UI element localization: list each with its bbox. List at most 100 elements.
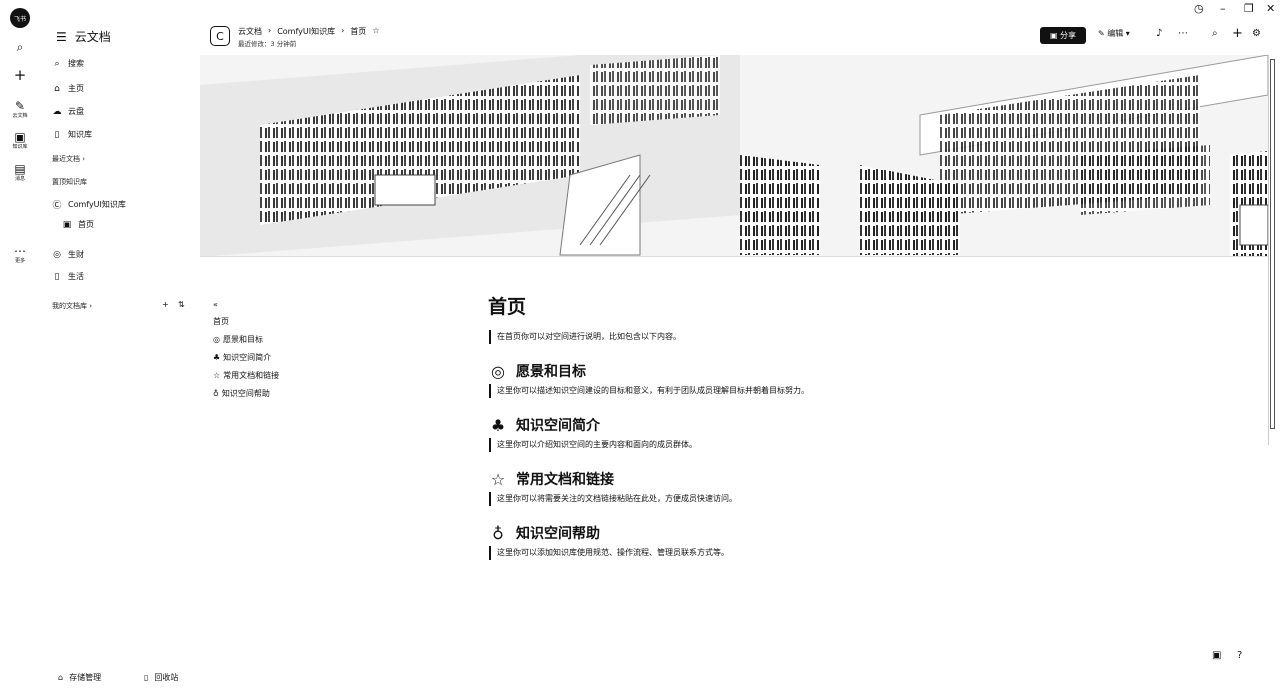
sidebar-item-life[interactable]: ▯ 生活 — [52, 271, 84, 282]
close-icon[interactable]: ✕ — [1266, 2, 1275, 15]
pinned-section-label: 置顶知识库 — [52, 178, 87, 186]
breadcrumb-item[interactable]: 首页 — [350, 26, 366, 37]
section-heading-text: 知识空间简介 — [516, 418, 600, 434]
edit-mode-button[interactable]: ✎ 编辑 ▾ — [1098, 28, 1130, 39]
avatar[interactable]: 飞书 — [10, 8, 30, 28]
doc-header: C 云文档 › ComfyUI知识库 › 首页 ☆ 最近修改：3 分钟前 ▣ 分享 … — [200, 0, 1280, 55]
my-docs-label: 我的文档库 › — [52, 302, 93, 310]
outline-item[interactable]: ♁ 知识空间帮助 — [213, 384, 279, 402]
recycle-bin-button[interactable]: ▯ 回收站 — [144, 672, 178, 683]
people-icon: ♣ — [213, 352, 221, 362]
last-modified: 最近修改：3 分钟前 — [238, 40, 297, 48]
sidebar-item-label: 主页 — [68, 84, 84, 93]
share-button[interactable]: ▣ 分享 — [1040, 27, 1086, 44]
recycle-label: 回收站 — [154, 673, 179, 682]
settings-icon[interactable]: ⚙ — [1252, 28, 1261, 39]
doc-outline: « 首页 ◎ 愿景和目标 ♣ 知识空间简介 ☆ 常用文档和链接 ♁ 知识空间帮助 — [213, 296, 279, 402]
doc-body[interactable]: 首页 在首页你可以对空间进行说明，比如包含以下内容。 ◎ 愿景和目标 这里你可以描… — [488, 292, 1188, 560]
outline-item[interactable]: ♣ 知识空间简介 — [213, 348, 279, 366]
bulb-icon: ♁ — [213, 388, 219, 398]
sidebar: ☰ 云文档 ⌕ 搜索 ⌂ 主页 ☁ 云盘 ▯ 知识库 最近文档 › 置顶知识库 Ⓒ Com… — [40, 0, 200, 693]
outline-item[interactable]: ◎ 愿景和目标 — [213, 330, 279, 348]
collapse-outline-icon[interactable]: « — [213, 296, 279, 312]
space-name: ComfyUI知识库 — [68, 200, 126, 209]
breadcrumb-item[interactable]: ComfyUI知识库 — [277, 26, 335, 37]
breadcrumb: 云文档 › ComfyUI知识库 › 首页 ☆ — [238, 26, 379, 37]
outline-label: 知识空间简介 — [223, 352, 272, 362]
section-quote: 这里你可以添加知识库使用规范、操作流程、管理员联系方式等。 — [489, 546, 1188, 560]
menu-icon[interactable]: ☰ — [56, 30, 67, 44]
sidebar-item-cloud[interactable]: ☁ 云盘 — [52, 106, 85, 117]
storage-label: 存储管理 — [69, 673, 102, 682]
sidebar-item-label: 云盘 — [68, 107, 84, 116]
outline-label: 愿景和目标 — [222, 334, 263, 344]
scrollbar[interactable] — [1268, 55, 1276, 445]
cover-image — [200, 55, 1268, 257]
search-icon: ⌕ — [54, 58, 60, 69]
rail-more-icon[interactable]: ⋯ 更多 — [0, 245, 40, 265]
rail-book-icon[interactable]: ▣ 知识库 — [0, 131, 40, 151]
life-icon: ▯ — [54, 271, 60, 282]
section-heading-text: 知识空间帮助 — [516, 526, 600, 542]
comment-icon[interactable]: ▣ — [1212, 650, 1221, 661]
help-icon[interactable]: ? — [1237, 650, 1242, 661]
star-icon: ☆ — [213, 370, 221, 380]
pinned-section-title: 置顶知识库 — [52, 177, 87, 187]
share-label: 分享 — [1060, 31, 1077, 40]
space-logo-icon[interactable]: C — [210, 26, 230, 46]
breadcrumb-sep-icon: › — [268, 26, 272, 35]
history-icon[interactable]: ◷ — [1194, 2, 1204, 15]
rail-doc-icon[interactable]: ✎ 云文档 — [0, 100, 40, 120]
page-title: 首页 — [488, 296, 527, 318]
breadcrumb-item[interactable]: 云文档 — [238, 26, 262, 37]
space-logo-icon: Ⓒ — [52, 201, 62, 211]
app-rail: 飞书 ⌕ + ✎ 云文档 ▣ 知识库 ▤ 消息 ⋯ 更多 — [0, 0, 40, 693]
section-quote: 这里你可以将需要关注的文档链接粘贴在此处，方便成员快速访问。 — [489, 492, 1188, 506]
section-heading: ☆ 常用文档和链接 — [488, 466, 1188, 492]
sidebar-item-space[interactable]: Ⓒ ComfyUI知识库 — [52, 198, 126, 211]
target-icon: ◎ — [491, 361, 505, 381]
favorite-star-icon[interactable]: ☆ — [372, 26, 379, 37]
new-icon[interactable]: + — [1232, 26, 1243, 41]
storage-manage-button[interactable]: ⌂ 存储管理 — [58, 672, 101, 683]
home-icon: ⌂ — [54, 83, 60, 94]
app-name: 云文档 — [74, 30, 111, 44]
star-icon: ☆ — [490, 469, 506, 489]
restore-icon[interactable]: ❐ — [1244, 2, 1254, 15]
sidebar-item-label: 知识库 — [68, 130, 92, 139]
minimize-icon[interactable]: – — [1220, 2, 1226, 15]
pencil-icon: ✎ — [1098, 29, 1108, 38]
target-icon: ◎ — [213, 334, 220, 344]
intro-quote: 在首页你可以对空间进行说明，比如包含以下内容。 — [489, 330, 1188, 344]
recent-docs-label: 最近文档 › — [52, 155, 86, 163]
breadcrumb-sep-icon: › — [341, 26, 345, 35]
rail-search-icon[interactable]: ⌕ — [0, 41, 40, 53]
outline-item[interactable]: ☆ 常用文档和链接 — [213, 366, 279, 384]
sort-icon[interactable]: ⇅ — [178, 300, 185, 309]
book-icon: ▯ — [54, 129, 60, 140]
bell-icon[interactable]: ♪ — [1156, 28, 1162, 39]
rail-plus-icon[interactable]: + — [0, 68, 40, 83]
outline-item[interactable]: 首页 — [213, 312, 279, 330]
search-icon[interactable]: ⌕ — [1212, 28, 1218, 39]
add-icon[interactable]: + — [162, 300, 169, 309]
section-heading-text: 常用文档和链接 — [516, 472, 614, 488]
my-docs-link[interactable]: 我的文档库 › — [52, 301, 92, 311]
section-heading: ♁ 知识空间帮助 — [488, 520, 1188, 546]
sidebar-item-space-home[interactable]: ▣ 首页 — [62, 219, 94, 230]
recent-docs-link[interactable]: 最近文档 › — [52, 154, 85, 164]
rail-message-icon[interactable]: ▤ 消息 — [0, 163, 40, 183]
section-heading-text: 愿景和目标 — [516, 364, 586, 380]
lock-icon: ▣ — [1049, 31, 1061, 40]
trash-icon: ▯ — [144, 673, 149, 682]
scrollbar-thumb[interactable] — [1270, 59, 1275, 429]
people-icon: ♣ — [490, 415, 506, 435]
sidebar-item-wiki[interactable]: ▯ 知识库 — [52, 129, 92, 140]
more-icon[interactable]: ⋯ — [1178, 28, 1188, 39]
sidebar-item-search[interactable]: ⌕ 搜索 — [52, 58, 84, 69]
sidebar-item-app[interactable]: ◎ 生财 — [52, 249, 84, 260]
sidebar-item-home[interactable]: ⌂ 主页 — [52, 83, 84, 94]
edit-label: 编辑 — [1107, 29, 1124, 38]
sidebar-item-label: 生财 — [68, 250, 84, 259]
bulb-icon: ♁ — [492, 523, 504, 543]
